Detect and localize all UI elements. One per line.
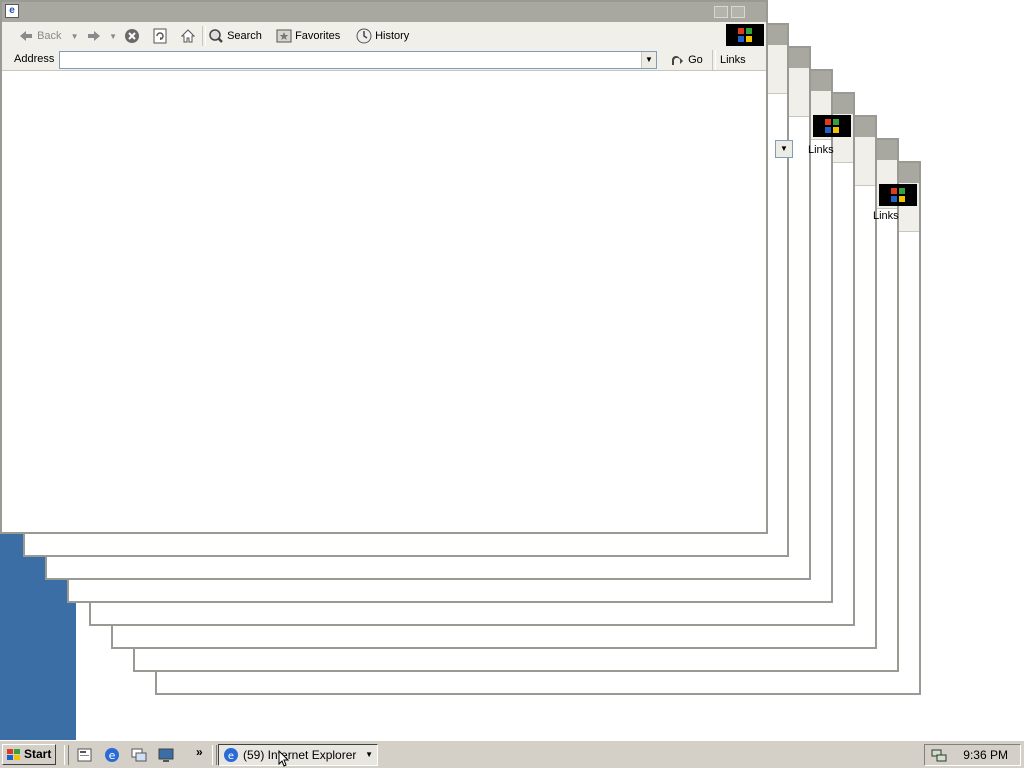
history-icon [356, 28, 372, 44]
forward-dropdown-icon[interactable]: ▼ [109, 32, 117, 41]
stop-button[interactable] [124, 26, 140, 46]
quicklaunch-outlook-icon[interactable] [76, 746, 94, 764]
quicklaunch-ie-icon[interactable]: e [103, 746, 121, 764]
search-label: Search [227, 30, 262, 42]
start-button[interactable]: Start [2, 744, 56, 765]
history-button[interactable]: History [356, 26, 409, 46]
back-arrow-icon [18, 28, 34, 44]
search-icon [208, 28, 224, 44]
ghost-links-label: Links [808, 144, 834, 156]
refresh-button[interactable] [152, 26, 168, 46]
quicklaunch-desktop-icon[interactable] [157, 746, 175, 764]
back-label: Back [37, 30, 62, 42]
search-button[interactable]: Search [208, 26, 262, 46]
address-dropdown-button[interactable]: ▼ [641, 52, 656, 68]
links-toolbar[interactable]: Links [720, 52, 746, 68]
quicklaunch-channels-icon[interactable] [130, 746, 148, 764]
address-bar: Address ▼ Go Links [2, 50, 766, 71]
refresh-icon [152, 28, 168, 44]
home-icon [180, 28, 196, 44]
maximize-button[interactable] [731, 6, 745, 18]
toolbar-grip[interactable] [212, 745, 217, 765]
taskbar: Start e » e (59) Internet Explorer ▼ 9:3… [0, 740, 1024, 768]
ie-icon: e [224, 748, 238, 762]
address-input[interactable] [59, 51, 657, 69]
mouse-cursor-icon [278, 749, 290, 768]
windows-logo-icon [726, 24, 764, 46]
network-icon[interactable] [931, 747, 947, 766]
ghost-links-label: Links [873, 210, 899, 222]
svg-text:e: e [228, 751, 234, 762]
back-button[interactable]: Back ▼ [18, 26, 79, 46]
ghost-address-dropdown: ▼ [775, 140, 793, 158]
back-dropdown-icon[interactable]: ▼ [71, 32, 79, 41]
taskbar-button-internet-explorer[interactable]: e (59) Internet Explorer ▼ [218, 744, 378, 766]
favorites-button[interactable]: Favorites [276, 26, 340, 46]
stop-icon [124, 28, 140, 44]
windows-logo-icon [813, 115, 851, 137]
task-group-arrow-icon: ▼ [365, 750, 373, 759]
standard-toolbar: Back ▼ ▼ Search Favorites History [2, 22, 766, 51]
minimize-button[interactable] [714, 6, 728, 18]
history-label: History [375, 30, 410, 42]
go-label: Go [688, 54, 703, 66]
forward-button[interactable]: ▼ [86, 26, 117, 46]
window-titlebar[interactable]: e [2, 2, 766, 22]
toolbar-separator [202, 26, 206, 46]
internet-explorer-window[interactable]: e Back ▼ ▼ Search Favorites History Addr… [0, 0, 768, 534]
start-label: Start [24, 747, 52, 761]
toolbar-separator [712, 50, 716, 70]
svg-text:e: e [109, 749, 116, 762]
ie-title-icon[interactable]: e [5, 4, 19, 18]
windows-logo-icon [7, 749, 20, 760]
home-button[interactable] [180, 26, 196, 46]
favorites-icon [276, 28, 292, 44]
favorites-label: Favorites [295, 30, 341, 42]
address-label: Address [14, 53, 55, 65]
task-label: (59) Internet Explorer [243, 748, 357, 762]
toolbar-grip[interactable] [64, 745, 69, 765]
go-arrow-icon [669, 52, 685, 68]
page-content-area[interactable] [2, 71, 766, 532]
system-tray: 9:36 PM [924, 744, 1021, 766]
forward-arrow-icon [86, 28, 102, 44]
windows-logo-icon [879, 184, 917, 206]
go-button[interactable]: Go [669, 52, 703, 68]
quicklaunch-more-chevron[interactable]: » [196, 745, 203, 759]
clock[interactable]: 9:36 PM [963, 745, 1008, 765]
